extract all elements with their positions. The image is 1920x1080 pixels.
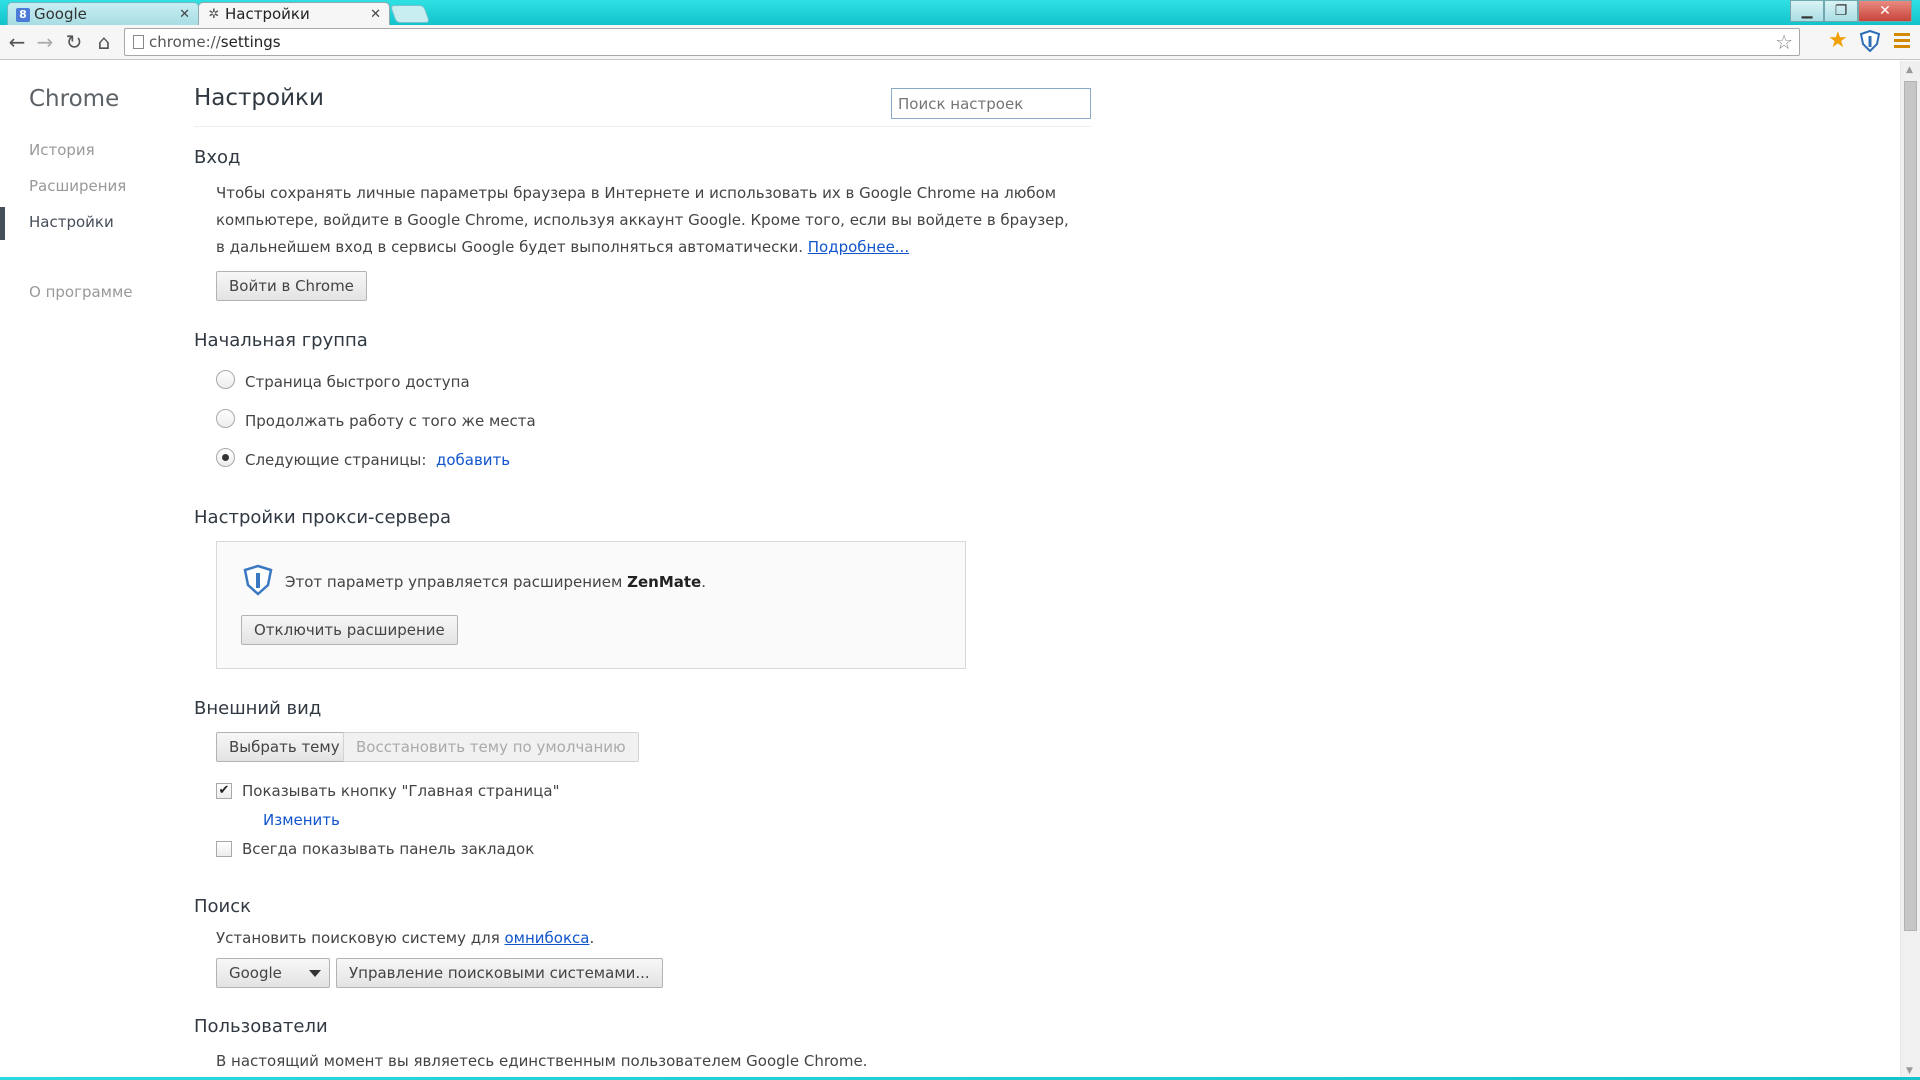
startup-radio-specific-pages[interactable] xyxy=(216,448,235,467)
selected-engine: Google xyxy=(229,964,282,982)
appearance-heading: Внешний вид xyxy=(194,698,322,719)
title-divider xyxy=(194,126,1091,127)
checkbox-label: Показывать кнопку "Главная страница" xyxy=(242,782,560,800)
proxy-message: Этот параметр управляется расширением Ze… xyxy=(285,573,707,591)
search-heading: Поиск xyxy=(194,896,252,917)
gear-icon: ✲ xyxy=(208,7,220,22)
tab-close-icon[interactable]: ✕ xyxy=(370,3,381,25)
zenmate-shield-icon xyxy=(243,564,273,596)
page-scrollbar[interactable]: ▲ ▼ xyxy=(1900,61,1920,1080)
radio-label: Страница быстрого доступа xyxy=(245,373,470,391)
add-pages-link[interactable]: добавить xyxy=(436,451,510,469)
scrollbar-thumb[interactable] xyxy=(1904,81,1917,931)
learn-more-link[interactable]: Подробнее... xyxy=(808,238,909,256)
window-close-button[interactable]: ✕ xyxy=(1858,0,1912,22)
extension-star-icon[interactable]: ★ xyxy=(1828,28,1848,53)
users-heading: Пользователи xyxy=(194,1016,328,1037)
google-favicon-icon: 8 xyxy=(16,8,30,22)
selected-marker xyxy=(0,207,5,240)
signin-text-line: в дальнейшем вход в сервисы Google будет… xyxy=(216,238,910,256)
reset-theme-button[interactable]: Восстановить тему по умолчанию xyxy=(343,732,639,762)
checkbox-label: Всегда показывать панель закладок xyxy=(242,840,535,858)
scroll-up-icon[interactable]: ▲ xyxy=(1906,65,1913,75)
sidebar-item-settings[interactable]: Настройки xyxy=(29,213,114,231)
manage-search-engines-button[interactable]: Управление поисковыми системами... xyxy=(336,958,663,988)
signin-text-line: компьютере, войдите в Google Chrome, исп… xyxy=(216,211,1069,229)
search-engine-select[interactable]: Google xyxy=(216,958,330,988)
browser-toolbar: ← → ↻ ⌂ chrome://settings ☆ ★ xyxy=(0,25,1920,60)
startup-heading: Начальная группа xyxy=(194,330,368,351)
tab-settings[interactable]: ✲ Настройки ✕ xyxy=(198,2,390,25)
startup-radio-continue[interactable] xyxy=(216,409,235,428)
sidebar-brand: Chrome xyxy=(29,86,120,112)
search-text: Установить поисковую систему для омнибок… xyxy=(216,929,595,947)
signin-heading: Вход xyxy=(194,147,241,168)
users-text: В настоящий момент вы являетесь единстве… xyxy=(216,1052,868,1070)
scroll-down-icon[interactable]: ▼ xyxy=(1906,1066,1913,1076)
back-arrow-icon[interactable]: ← xyxy=(6,31,28,53)
title-bar: 8 Google ✕ ✲ Настройки ✕ ▁ ❐ ✕ xyxy=(0,0,1920,25)
new-tab-button[interactable] xyxy=(389,5,431,23)
tab-close-icon[interactable]: ✕ xyxy=(179,3,190,25)
startup-radio-newtab[interactable] xyxy=(216,370,235,389)
disable-extension-button[interactable]: Отключить расширение xyxy=(241,615,458,645)
sidebar-item-history[interactable]: История xyxy=(29,141,95,159)
address-bar[interactable]: chrome://settings ☆ xyxy=(124,28,1800,56)
sidebar-item-about[interactable]: О программе xyxy=(29,283,133,301)
page-title: Настройки xyxy=(194,85,324,111)
tab-title: Настройки xyxy=(225,5,310,23)
tab-google[interactable]: 8 Google ✕ xyxy=(7,2,199,25)
choose-theme-button[interactable]: Выбрать тему xyxy=(216,732,353,762)
zenmate-shield-icon[interactable] xyxy=(1860,30,1880,52)
home-icon[interactable]: ⌂ xyxy=(93,31,115,53)
signin-button[interactable]: Войти в Chrome xyxy=(216,271,367,301)
url-text: chrome://settings xyxy=(149,33,281,51)
forward-arrow-icon[interactable]: → xyxy=(34,31,56,53)
chrome-menu-icon[interactable] xyxy=(1894,33,1910,51)
tab-title: Google xyxy=(34,5,87,23)
show-home-checkbox[interactable]: ✔ xyxy=(216,783,232,799)
proxy-heading: Настройки прокси-сервера xyxy=(194,507,452,528)
minimize-button[interactable]: ▁ xyxy=(1790,0,1824,22)
dropdown-caret-icon xyxy=(309,970,321,977)
reload-icon[interactable]: ↻ xyxy=(63,31,85,53)
radio-label: Следующие страницы: добавить xyxy=(245,451,511,469)
sidebar-item-extensions[interactable]: Расширения xyxy=(29,177,126,195)
change-home-link[interactable]: Изменить xyxy=(263,811,340,829)
bookmark-star-icon[interactable]: ☆ xyxy=(1775,30,1793,54)
page-icon xyxy=(133,35,144,49)
radio-label: Продолжать работу с того же места xyxy=(245,412,536,430)
omnibox-link[interactable]: омнибокса xyxy=(505,929,590,947)
proxy-controlled-box: Этот параметр управляется расширением Ze… xyxy=(216,541,966,669)
signin-text-line: Чтобы сохранять личные параметры браузер… xyxy=(216,184,1057,202)
settings-search-input[interactable] xyxy=(891,88,1091,119)
maximize-button[interactable]: ❐ xyxy=(1824,0,1858,22)
bookmarks-bar-checkbox[interactable] xyxy=(216,841,232,857)
